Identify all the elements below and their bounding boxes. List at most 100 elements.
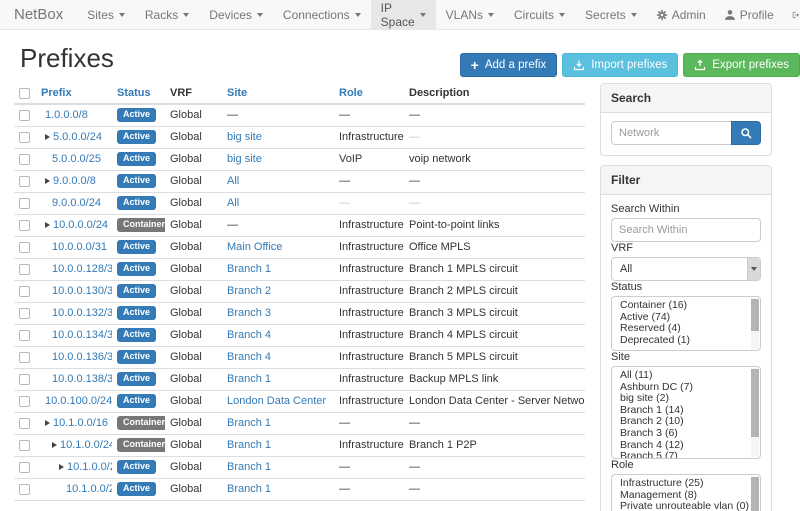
add-prefix-button[interactable]: + Add a prefix bbox=[460, 53, 558, 77]
row-checkbox[interactable] bbox=[19, 220, 30, 231]
site-link[interactable]: Branch 2 bbox=[227, 285, 271, 297]
nav-item-label: Admin bbox=[672, 8, 706, 22]
nav-item-circuits[interactable]: Circuits bbox=[504, 0, 575, 29]
status-option[interactable]: Deprecated (1) bbox=[612, 335, 760, 347]
site-option[interactable]: Branch 3 (6) bbox=[612, 428, 760, 440]
search-input[interactable] bbox=[611, 121, 731, 145]
site-link[interactable]: big site bbox=[227, 131, 262, 143]
table-row: 1.0.0.0/8ActiveGlobal——— bbox=[14, 104, 585, 126]
row-checkbox[interactable] bbox=[19, 154, 30, 165]
prefix-link[interactable]: 10.0.0.130/31 bbox=[52, 285, 112, 297]
site-link[interactable]: Branch 1 bbox=[227, 263, 271, 275]
site-option[interactable]: All (11) bbox=[612, 370, 760, 382]
search-button[interactable] bbox=[731, 121, 761, 145]
row-checkbox[interactable] bbox=[19, 352, 30, 363]
select-all-checkbox[interactable] bbox=[19, 88, 30, 99]
scrollbar-thumb[interactable] bbox=[751, 477, 759, 511]
row-checkbox[interactable] bbox=[19, 374, 30, 385]
vrf-select-dropdown-button[interactable] bbox=[747, 258, 760, 280]
site-link[interactable]: Branch 1 bbox=[227, 417, 271, 429]
row-checkbox[interactable] bbox=[19, 198, 30, 209]
row-checkbox[interactable] bbox=[19, 308, 30, 319]
row-checkbox[interactable] bbox=[19, 396, 30, 407]
prefix-link[interactable]: 10.0.0.138/31 bbox=[52, 373, 112, 385]
import-prefixes-button[interactable]: Import prefixes bbox=[562, 53, 678, 77]
site-link[interactable]: Branch 1 bbox=[227, 439, 271, 451]
role-option[interactable]: Infrastructure (25) bbox=[612, 478, 760, 490]
nav-item-ip-space[interactable]: IP Space bbox=[371, 0, 436, 29]
row-checkbox[interactable] bbox=[19, 484, 30, 495]
prefix-link[interactable]: 10.0.0.0/31 bbox=[52, 241, 107, 253]
row-checkbox[interactable] bbox=[19, 462, 30, 473]
nav-item-secrets[interactable]: Secrets bbox=[575, 0, 647, 29]
role-value: Infrastructure bbox=[339, 395, 404, 407]
row-checkbox[interactable] bbox=[19, 132, 30, 143]
role-filter-listbox[interactable]: Infrastructure (25)Management (8)Private… bbox=[611, 474, 761, 511]
nav-item-sites[interactable]: Sites bbox=[77, 0, 135, 29]
role-option[interactable]: Private unrouteable vlan (0) bbox=[612, 501, 760, 511]
prefix-link[interactable]: 10.0.0.128/31 bbox=[52, 263, 112, 275]
site-filter-listbox[interactable]: All (11)Ashburn DC (7)big site (2)Branch… bbox=[611, 366, 761, 459]
row-checkbox[interactable] bbox=[19, 110, 30, 121]
netbox-logo[interactable]: NetBox bbox=[14, 0, 63, 29]
prefix-link[interactable]: 10.0.100.0/24 bbox=[45, 395, 112, 407]
site-link[interactable]: London Data Center bbox=[227, 395, 326, 407]
prefix-link[interactable]: 9.0.0.0/24 bbox=[52, 197, 101, 209]
site-link[interactable]: Branch 1 bbox=[227, 461, 271, 473]
prefix-link[interactable]: 10.1.0.0/24 bbox=[60, 439, 112, 451]
column-header-status[interactable]: Status bbox=[112, 83, 165, 104]
scrollbar-thumb[interactable] bbox=[751, 369, 759, 437]
prefix-link[interactable]: 10.0.0.136/31 bbox=[52, 351, 112, 363]
export-prefixes-button[interactable]: Export prefixes bbox=[683, 53, 800, 77]
nav-item-racks[interactable]: Racks bbox=[135, 0, 199, 29]
site-link[interactable]: Branch 1 bbox=[227, 373, 271, 385]
prefix-link[interactable]: 10.0.0.134/31 bbox=[52, 329, 112, 341]
nav-item-profile[interactable]: Profile bbox=[715, 0, 783, 29]
row-checkbox[interactable] bbox=[19, 286, 30, 297]
site-link[interactable]: Branch 3 bbox=[227, 307, 271, 319]
row-checkbox[interactable] bbox=[19, 176, 30, 187]
search-within-input[interactable] bbox=[611, 218, 761, 242]
prefix-link[interactable]: 1.0.0.0/8 bbox=[45, 109, 88, 121]
nav-item-admin[interactable]: Admin bbox=[647, 0, 715, 29]
prefix-link[interactable]: 10.0.0.132/31 bbox=[52, 307, 112, 319]
site-link[interactable]: All bbox=[227, 197, 239, 209]
status-option[interactable]: Container (16) bbox=[612, 300, 760, 312]
site-link[interactable]: All bbox=[227, 175, 239, 187]
column-header-site[interactable]: Site bbox=[222, 83, 334, 104]
site-link[interactable]: big site bbox=[227, 153, 262, 165]
column-header-prefix[interactable]: Prefix bbox=[36, 83, 112, 104]
prefix-link[interactable]: 5.0.0.0/24 bbox=[53, 131, 102, 143]
prefix-link[interactable]: 5.0.0.0/25 bbox=[52, 153, 101, 165]
row-checkbox[interactable] bbox=[19, 418, 30, 429]
vrf-value: Global bbox=[170, 439, 202, 451]
table-row: 10.0.0.0/24ContainerGlobal—Infrastructur… bbox=[14, 214, 585, 236]
row-checkbox[interactable] bbox=[19, 242, 30, 253]
scrollbar-thumb[interactable] bbox=[751, 299, 759, 331]
vrf-select[interactable]: All bbox=[611, 257, 761, 281]
description-value: Branch 1 P2P bbox=[409, 439, 477, 451]
site-option[interactable]: Branch 5 (7) bbox=[612, 451, 760, 459]
description-value: — bbox=[409, 131, 420, 143]
nav-item-devices[interactable]: Devices bbox=[199, 0, 273, 29]
site-link[interactable]: Main Office bbox=[227, 241, 282, 253]
vrf-value: Global bbox=[170, 373, 202, 385]
prefix-link[interactable]: 10.1.0.0/26 bbox=[66, 483, 112, 495]
column-header-role[interactable]: Role bbox=[334, 83, 404, 104]
nav-item-vlans[interactable]: VLANs bbox=[436, 0, 504, 29]
status-filter-listbox[interactable]: Container (16)Active (74)Reserved (4)Dep… bbox=[611, 296, 761, 351]
prefix-link[interactable]: 10.0.0.0/24 bbox=[53, 219, 108, 231]
site-link[interactable]: Branch 4 bbox=[227, 351, 271, 363]
nav-item-log-out[interactable]: Log out bbox=[783, 0, 800, 29]
prefix-link[interactable]: 9.0.0.0/8 bbox=[53, 175, 96, 187]
site-link[interactable]: Branch 4 bbox=[227, 329, 271, 341]
prefix-link[interactable]: 10.1.0.0/25 bbox=[67, 461, 112, 473]
site-link[interactable]: Branch 1 bbox=[227, 483, 271, 495]
prefix-link[interactable]: 10.1.0.0/16 bbox=[53, 417, 108, 429]
row-checkbox[interactable] bbox=[19, 440, 30, 451]
description-value: Backup MPLS link bbox=[409, 373, 498, 385]
description-value: Branch 3 MPLS circuit bbox=[409, 307, 518, 319]
nav-item-connections[interactable]: Connections bbox=[273, 0, 371, 29]
row-checkbox[interactable] bbox=[19, 330, 30, 341]
row-checkbox[interactable] bbox=[19, 264, 30, 275]
